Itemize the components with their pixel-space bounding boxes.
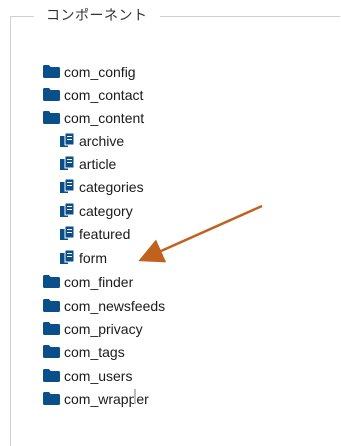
annotation-arrow xyxy=(138,204,263,263)
